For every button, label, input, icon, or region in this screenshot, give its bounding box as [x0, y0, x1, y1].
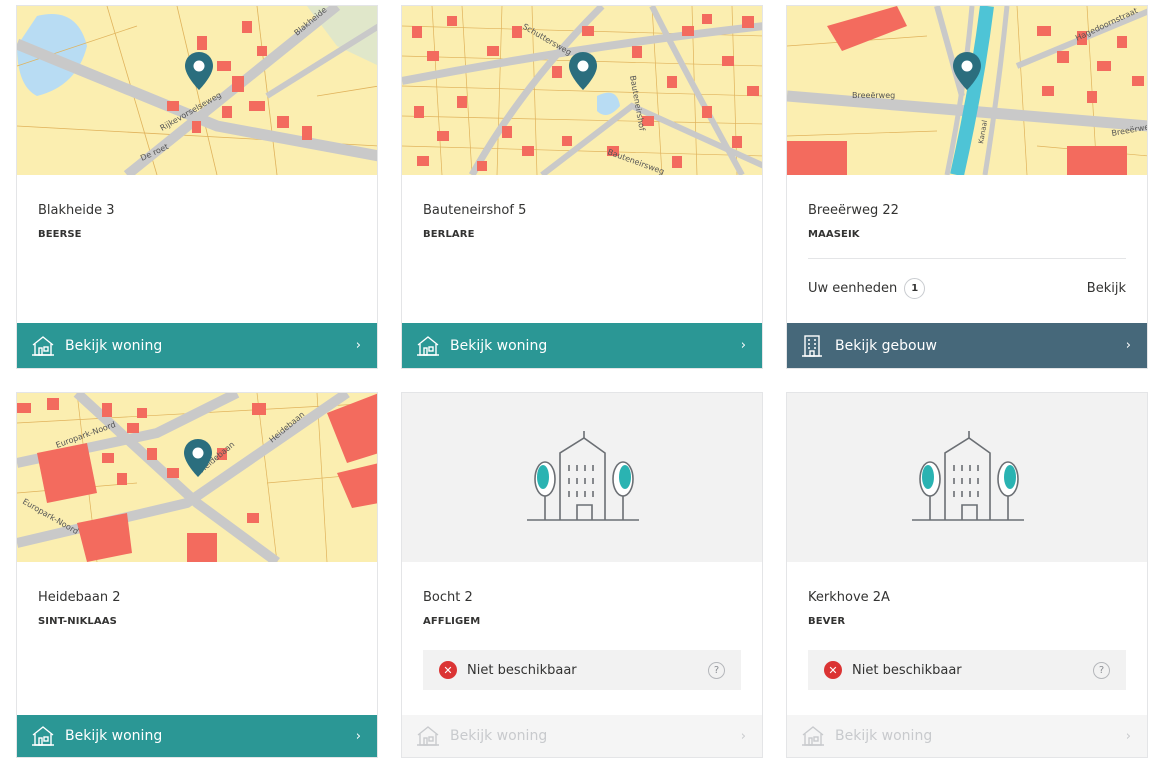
chevron-right-icon: › — [355, 728, 361, 744]
chevron-right-icon: › — [355, 338, 361, 353]
apartment-building-icon — [801, 334, 825, 357]
property-card: Blakheide Rijkevorselseweg De roet Blakh… — [16, 5, 378, 369]
chevron-right-icon: › — [740, 338, 746, 353]
chevron-right-icon: › — [740, 728, 746, 744]
building-placeholder-illustration — [787, 393, 1147, 562]
house-icon — [31, 725, 55, 747]
status-text: Niet beschikbaar — [467, 662, 577, 678]
units-label: Uw eenheden — [808, 281, 898, 296]
button-label: Bekijk woning — [65, 337, 163, 354]
address: Bauteneirshof 5 — [423, 203, 527, 218]
address: Kerkhove 2A — [808, 590, 890, 605]
view-building-button[interactable]: Bekijk gebouw › — [787, 323, 1147, 368]
not-available-alert: ✕ Niet beschikbaar ? — [423, 650, 741, 690]
property-card: Kerkhove 2A BEVER ✕ Niet beschikbaar ? B… — [786, 392, 1148, 758]
button-label: Bekijk woning — [65, 728, 163, 744]
property-card: Bocht 2 AFFLIGEM ✕ Niet beschikbaar ? Be… — [401, 392, 763, 758]
chevron-right-icon: › — [1125, 338, 1131, 353]
button-label: Bekijk woning — [450, 337, 548, 354]
house-icon — [801, 725, 825, 747]
view-dwelling-button: Bekijk woning › — [787, 715, 1147, 757]
view-dwelling-button[interactable]: Bekijk woning › — [17, 715, 377, 757]
status-text: Niet beschikbaar — [852, 662, 962, 678]
view-dwelling-button: Bekijk woning › — [402, 715, 762, 757]
not-available-alert: ✕ Niet beschikbaar ? — [808, 650, 1126, 690]
units-row: Uw eenheden 1 Bekijk — [808, 258, 1126, 318]
property-card: Europark-Noord Heidebaan Heidebaan Europ… — [16, 392, 378, 758]
house-icon — [31, 335, 55, 357]
house-icon — [416, 335, 440, 357]
city: AFFLIGEM — [423, 616, 481, 627]
map-street-label: Breeërweg — [852, 91, 895, 100]
city: BEERSE — [38, 229, 82, 240]
property-card: Schuttersweg Bauteneirshof Bauteneirsweg… — [401, 5, 763, 369]
view-dwelling-button[interactable]: Bekijk woning › — [17, 323, 377, 368]
map-thumbnail: Breeërweg Hagedoornstraat Kanaal Breeërw… — [787, 6, 1147, 175]
button-label: Bekijk woning — [450, 728, 548, 744]
map-thumbnail: Schuttersweg Bauteneirshof Bauteneirsweg — [402, 6, 762, 175]
view-units-link[interactable]: Bekijk — [1087, 281, 1126, 296]
building-placeholder-illustration — [402, 393, 762, 562]
map-thumbnail: Europark-Noord Heidebaan Heidebaan Europ… — [17, 393, 377, 562]
city: SINT-NIKLAAS — [38, 616, 117, 627]
city: BERLARE — [423, 229, 475, 240]
property-card: Breeërweg Hagedoornstraat Kanaal Breeërw… — [786, 5, 1148, 369]
help-icon[interactable]: ? — [1093, 661, 1110, 679]
error-icon: ✕ — [439, 661, 457, 679]
address: Heidebaan 2 — [38, 590, 121, 605]
button-label: Bekijk woning — [835, 728, 933, 744]
map-thumbnail: Blakheide Rijkevorselseweg De roet — [17, 6, 377, 175]
address: Bocht 2 — [423, 590, 473, 605]
button-label: Bekijk gebouw — [835, 337, 937, 354]
units-count-badge: 1 — [904, 278, 926, 299]
error-icon: ✕ — [824, 661, 842, 679]
address: Breeërweg 22 — [808, 203, 899, 218]
chevron-right-icon: › — [1125, 728, 1131, 744]
city: BEVER — [808, 616, 846, 627]
city: MAASEIK — [808, 229, 860, 240]
help-icon[interactable]: ? — [708, 661, 725, 679]
address: Blakheide 3 — [38, 203, 115, 218]
view-dwelling-button[interactable]: Bekijk woning › — [402, 323, 762, 368]
house-icon — [416, 725, 440, 747]
